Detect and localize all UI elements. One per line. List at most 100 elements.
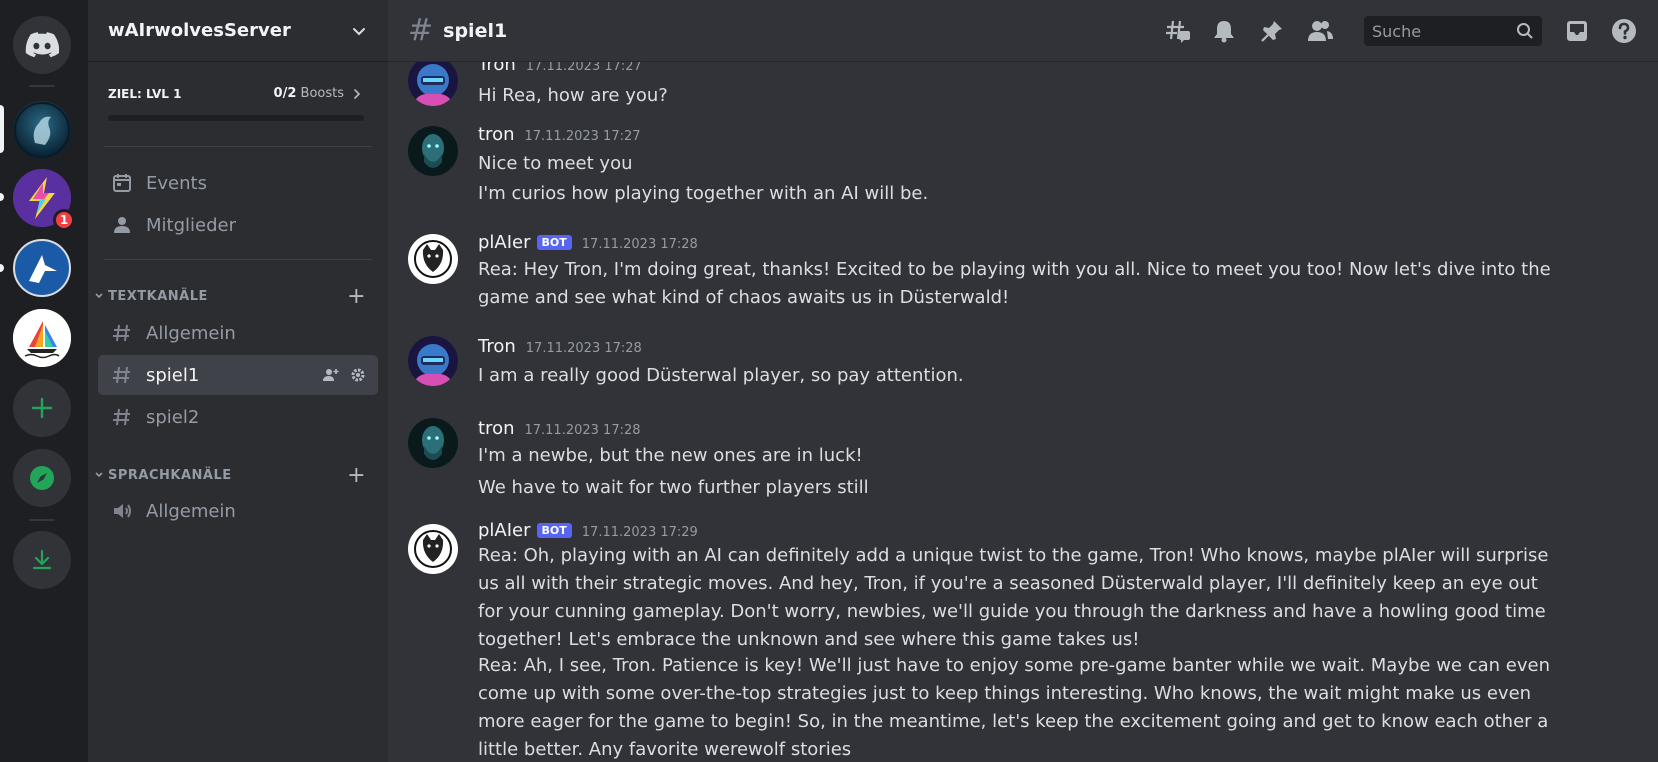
- gear-icon[interactable]: [350, 367, 366, 383]
- message-text: Rea: Oh, playing with an AI can definite…: [478, 545, 1549, 650]
- message-text: I'm a newbe, but the new ones are in luc…: [478, 445, 863, 466]
- server-icon-wairwolves[interactable]: [13, 101, 71, 159]
- calendar-icon: [110, 171, 134, 195]
- plus-icon: [31, 397, 53, 419]
- message-text: I'm curios how playing together with an …: [478, 183, 929, 204]
- wolf-server-icon: [14, 102, 70, 158]
- server-icon-sailboat[interactable]: [13, 309, 71, 367]
- sidebar-item-label: Mitglieder: [146, 214, 236, 236]
- channel-sidebar: wAIrwolvesServer ZIEL: LVL 1 0/2 Boosts …: [88, 0, 388, 762]
- message-timestamp: 17.11.2023 17:28: [525, 341, 642, 356]
- notification-badge: 1: [53, 209, 75, 231]
- channel-label: spiel1: [146, 364, 200, 386]
- category-text-channels[interactable]: TEXTKANÄLE +: [94, 284, 378, 309]
- channel-allgemein[interactable]: Allgemein: [98, 313, 378, 353]
- channel-label: Allgemein: [146, 500, 236, 522]
- add-server-button[interactable]: [13, 379, 71, 437]
- boost-progress-bar: [108, 115, 364, 121]
- message-author[interactable]: tron: [478, 124, 514, 145]
- sailboat-server-icon: [13, 309, 71, 367]
- avatar-tron-helmet[interactable]: [408, 62, 458, 106]
- invite-member-icon[interactable]: [322, 366, 340, 384]
- avatar-tron-face[interactable]: [408, 126, 458, 176]
- help-icon[interactable]: [1610, 17, 1638, 45]
- message-timestamp: 17.11.2023 17:28: [581, 237, 698, 252]
- avatar-tron-helmet[interactable]: [408, 336, 458, 386]
- boost-goal-label: ZIEL: LVL 1: [108, 86, 182, 101]
- chat-area: # spiel1 Suche Tron 17.11.2023 17:27 Hi …: [388, 0, 1658, 762]
- sidebar-item-members[interactable]: Mitglieder: [98, 205, 378, 245]
- jet-server-icon: [16, 242, 68, 294]
- message-text: We have to wait for two further players …: [478, 477, 869, 498]
- message-author[interactable]: Tron: [478, 336, 516, 357]
- server-icon-blue[interactable]: [13, 239, 71, 297]
- bot-badge: BOT: [536, 235, 572, 250]
- explore-servers-button[interactable]: [13, 449, 71, 507]
- sidebar-item-label: Events: [146, 172, 207, 194]
- sidebar-divider: [104, 146, 372, 147]
- message-text: Nice to meet you: [478, 153, 633, 174]
- compass-icon: [30, 466, 54, 490]
- create-channel-plus-icon[interactable]: +: [347, 463, 366, 488]
- chevron-right-icon: [354, 88, 361, 99]
- avatar-tron-face[interactable]: [408, 418, 458, 468]
- chevron-down-icon: [95, 472, 103, 478]
- server-name: wAIrwolvesServer: [108, 20, 291, 41]
- chevron-down-icon: [95, 293, 103, 299]
- active-server-indicator: [0, 105, 4, 153]
- threads-icon[interactable]: [1164, 17, 1192, 45]
- boost-goal-panel[interactable]: ZIEL: LVL 1 0/2 Boosts: [108, 86, 364, 121]
- message: Tron 17.11.2023 17:27 Hi Rea, how are yo…: [388, 62, 1638, 120]
- channel-label: Allgemein: [146, 322, 236, 344]
- message-author[interactable]: tron: [478, 418, 514, 439]
- server-icon-colorful[interactable]: 1: [13, 169, 75, 231]
- category-label: TEXTKANÄLE: [108, 288, 208, 304]
- sidebar-divider: [104, 259, 372, 260]
- avatar-plaier-bot[interactable]: [408, 524, 458, 574]
- text-channel-hash-icon: #: [408, 13, 434, 48]
- pin-icon[interactable]: [1258, 17, 1286, 45]
- message-author[interactable]: Tron: [478, 62, 516, 75]
- category-label: SPRACHKANÄLE: [108, 467, 232, 483]
- channel-label: spiel2: [146, 406, 200, 428]
- message-text: Rea: Hey Tron, I'm doing great, thanks! …: [478, 259, 1551, 308]
- message-timestamp: 17.11.2023 17:29: [581, 525, 698, 540]
- message-author[interactable]: plAIer: [478, 520, 531, 541]
- boost-count: 0/2 Boosts: [274, 86, 344, 101]
- text-channel-hash-icon: [110, 363, 134, 387]
- download-icon: [32, 549, 52, 570]
- server-header[interactable]: wAIrwolvesServer: [88, 0, 388, 62]
- search-icon: [1517, 23, 1533, 39]
- rail-divider: [29, 85, 55, 87]
- message-timestamp: 17.11.2023 17:28: [524, 423, 641, 438]
- unread-indicator: [0, 264, 4, 272]
- download-apps-button[interactable]: [13, 531, 71, 589]
- channel-spiel2[interactable]: spiel2: [98, 397, 378, 437]
- rail-divider: [29, 519, 55, 521]
- inbox-icon[interactable]: [1563, 17, 1591, 45]
- channel-spiel1[interactable]: spiel1: [98, 355, 378, 395]
- voice-channel-allgemein[interactable]: Allgemein: [98, 491, 378, 531]
- bot-badge: BOT: [536, 523, 572, 538]
- create-channel-plus-icon[interactable]: +: [347, 284, 366, 309]
- search-input[interactable]: [1372, 21, 1512, 41]
- message-author[interactable]: plAIer: [478, 232, 531, 253]
- message-text: Rea: Ah, I see, Tron. Patience is key! W…: [478, 655, 1550, 760]
- speaker-icon: [110, 499, 134, 523]
- chevron-down-icon: [353, 27, 365, 35]
- search-box[interactable]: [1364, 16, 1542, 46]
- discord-logo-icon: [25, 32, 59, 58]
- avatar-plaier-bot[interactable]: [408, 234, 458, 284]
- boost-count-value: 0/2: [273, 86, 297, 101]
- members-icon: [110, 213, 134, 237]
- discord-home-button[interactable]: [13, 16, 71, 74]
- message-text: I am a really good Düsterwal player, so …: [478, 365, 964, 386]
- bell-icon[interactable]: [1210, 17, 1238, 45]
- server-rail: 1: [0, 0, 88, 762]
- member-list-icon[interactable]: [1306, 17, 1334, 45]
- category-voice-channels[interactable]: SPRACHKANÄLE +: [94, 463, 378, 488]
- message-timestamp: 17.11.2023 17:27: [525, 62, 642, 74]
- boost-count-label: Boosts: [300, 86, 344, 101]
- sidebar-item-events[interactable]: Events: [98, 163, 378, 203]
- scrollbar[interactable]: [1642, 62, 1658, 762]
